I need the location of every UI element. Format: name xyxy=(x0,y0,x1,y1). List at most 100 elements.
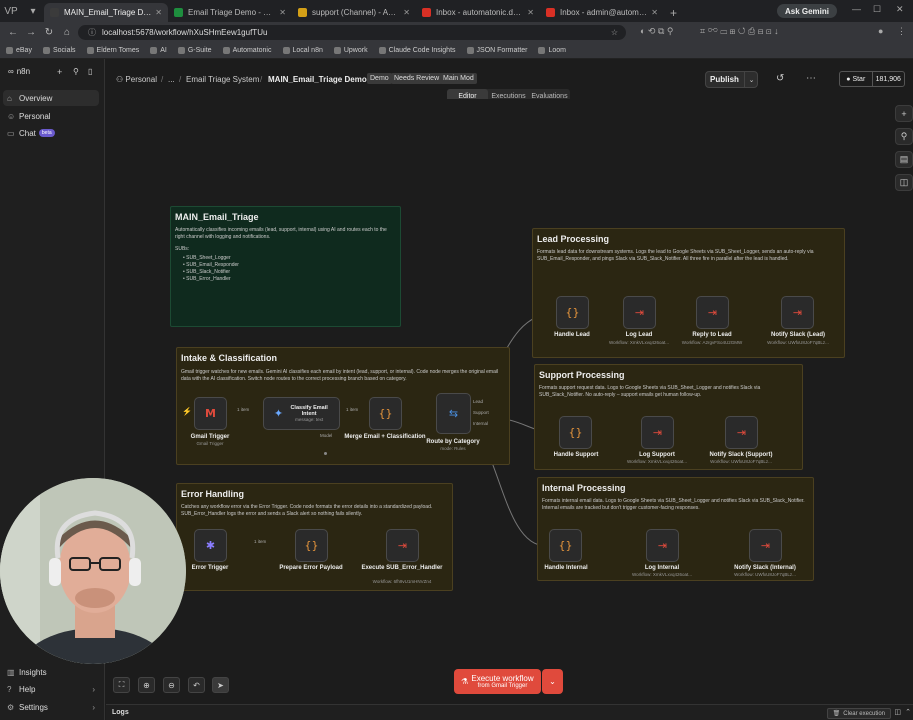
sticky-note-main[interactable]: MAIN_Email_Triage Automatically classifi… xyxy=(170,206,401,327)
zoom-in-button[interactable]: ⊕ xyxy=(138,677,155,693)
panel-icon: ◫ xyxy=(899,177,909,187)
node-error-trigger[interactable]: ✱ xyxy=(194,529,227,562)
bookmark-item[interactable]: Loom xyxy=(538,47,566,54)
tab-list-icon[interactable]: ▾ xyxy=(22,0,44,22)
pointer-mode-button[interactable]: ➤ xyxy=(212,677,229,693)
close-tab-icon[interactable]: ✕ xyxy=(155,8,162,17)
back-icon[interactable]: ← xyxy=(4,27,22,38)
node-merge-email[interactable]: {} xyxy=(369,397,402,430)
sticky-title: MAIN_Email_Triage xyxy=(175,212,259,222)
search-icon[interactable]: ⚲ xyxy=(73,67,79,76)
close-tab-icon[interactable]: ✕ xyxy=(651,8,658,17)
ask-gemini-button[interactable]: Ask Gemini xyxy=(776,4,837,18)
site-info-icon[interactable]: ⓘ xyxy=(88,27,96,38)
sidebar-item-chat[interactable]: ▭ Chat beta xyxy=(3,125,99,141)
tag-badge[interactable]: Demo xyxy=(367,73,392,84)
undo-button[interactable]: ↶ xyxy=(188,677,205,693)
bookmark-item[interactable]: G-Suite xyxy=(177,47,212,54)
breadcrumb-ellipsis[interactable]: ... xyxy=(168,75,175,84)
maximize-icon[interactable]: ☐ xyxy=(873,4,881,15)
browser-tab[interactable]: MAIN_Email_Triage Demo - n8n✕ xyxy=(44,3,168,22)
node-handle-lead[interactable]: {} xyxy=(556,296,589,329)
browser-tab[interactable]: support (Channel) - Automatonic✕ xyxy=(292,3,416,22)
sidebar-item-personal[interactable]: ☺ Personal xyxy=(3,108,99,124)
collapse-sidebar-icon[interactable]: ▯ xyxy=(88,67,92,76)
logs-panel-bar[interactable]: Logs 🗑 Clear execution ◫ ⌃ xyxy=(106,704,913,720)
execute-dropdown-chevron-icon[interactable]: ⌄ xyxy=(542,669,563,694)
zoom-out-button[interactable]: ⊖ xyxy=(163,677,180,693)
bookmark-item[interactable]: Eldern Tomes xyxy=(86,47,139,54)
browser-tab[interactable]: Inbox - automatonic.demo@gmail.com✕ xyxy=(416,3,540,22)
node-log-internal[interactable]: ⇥ xyxy=(646,529,679,562)
node-route-by-category[interactable]: ⇆ xyxy=(436,393,471,434)
node-execute-error-handler[interactable]: ⇥ xyxy=(386,529,419,562)
node-handle-support[interactable]: {} xyxy=(559,416,592,449)
forward-icon[interactable]: → xyxy=(22,27,40,38)
workflow-name[interactable]: MAIN_Email_Triage Demo xyxy=(268,75,367,84)
node-notify-slack-lead[interactable]: ⇥ xyxy=(781,296,814,329)
publish-dropdown-chevron-icon[interactable]: ⌄ xyxy=(744,71,758,88)
profile-avatar-icon[interactable]: ● xyxy=(878,26,883,36)
tag-badge[interactable]: Needs Review xyxy=(391,73,443,84)
add-node-button[interactable]: + xyxy=(895,105,913,122)
github-star-button[interactable]: ● Star 181,906 xyxy=(839,71,905,87)
execute-workflow-button[interactable]: ⚗ Execute workflow from Gmail Trigger xyxy=(454,669,541,694)
bookmark-item[interactable]: AI xyxy=(150,47,167,54)
sidebar-item-help[interactable]: ? Help › xyxy=(3,681,99,697)
close-tab-icon[interactable]: ✕ xyxy=(527,8,534,17)
bookmark-item[interactable]: Automatonic xyxy=(222,47,272,54)
home-icon[interactable]: ⌂ xyxy=(58,27,76,38)
new-tab-button[interactable]: + xyxy=(664,3,683,22)
node-reply-to-lead[interactable]: ⇥ xyxy=(696,296,729,329)
node-log-support[interactable]: ⇥ xyxy=(641,416,674,449)
sticky-text: Catches any workflow error via the Error… xyxy=(181,504,433,517)
search-nodes-button[interactable]: ⚲ xyxy=(895,128,913,145)
bookmark-item[interactable]: JSON Formatter xyxy=(466,47,527,54)
clear-execution-button[interactable]: 🗑 Clear execution xyxy=(826,708,891,719)
model-port[interactable] xyxy=(324,452,327,455)
more-options-icon[interactable]: ⋯ xyxy=(806,73,816,84)
node-notify-slack-support[interactable]: ⇥ xyxy=(725,416,758,449)
extension-icon[interactable]: ◐ ⟲ ⧉ ⚲ xyxy=(640,26,674,37)
sidebar-item-insights[interactable]: ▥ Insights xyxy=(3,664,99,680)
node-handle-internal[interactable]: {} xyxy=(549,529,582,562)
close-window-icon[interactable]: ✕ xyxy=(896,4,904,15)
sticky-note-button[interactable]: ▤ xyxy=(895,151,913,168)
sticky-text: Formats lead data for downstream systems… xyxy=(537,249,814,262)
expand-panel-icon[interactable]: ◫ xyxy=(894,708,901,716)
bookmark-item[interactable]: eBay xyxy=(6,47,32,54)
node-gmail-trigger[interactable]: M xyxy=(194,397,227,430)
close-tab-icon[interactable]: ✕ xyxy=(279,8,286,17)
minimize-icon[interactable]: — xyxy=(852,4,861,14)
sidebar-item-overview[interactable]: ⌂ Overview xyxy=(3,90,99,106)
breadcrumb-owner[interactable]: ⚇ Personal xyxy=(116,75,157,84)
browser-menu-icon[interactable]: ⋮ xyxy=(897,26,906,37)
node-notify-slack-internal[interactable]: ⇥ xyxy=(749,529,782,562)
bookmark-item[interactable]: Claude Code Insights xyxy=(378,47,456,54)
tab-search-icon[interactable]: VP xyxy=(0,0,22,22)
node-prepare-error-payload[interactable]: {} xyxy=(295,529,328,562)
node-label: Log Internal xyxy=(644,565,680,571)
bookmark-item[interactable]: Local n8n xyxy=(282,47,323,54)
browser-tab[interactable]: Email Triage Demo - Google Sheets✕ xyxy=(168,3,292,22)
close-tab-icon[interactable]: ✕ xyxy=(403,8,410,17)
breadcrumb-folder[interactable]: Email Triage System xyxy=(186,75,259,84)
history-icon[interactable]: ↺ xyxy=(776,73,784,84)
workflow-canvas[interactable]: MAIN_Email_Triage Automatically classifi… xyxy=(106,99,913,704)
bookmark-item[interactable]: Socials xyxy=(42,47,76,54)
url-input[interactable]: ⓘ localhost:5678/workflow/hXuSHmEew1gufTU… xyxy=(78,25,626,40)
add-icon[interactable]: + xyxy=(57,67,62,77)
panel-toggle-button[interactable]: ◫ xyxy=(895,174,913,191)
chevron-up-icon[interactable]: ⌃ xyxy=(905,708,911,716)
sidebar-item-settings[interactable]: ⚙ Settings › xyxy=(3,699,99,715)
node-classify-email-intent[interactable]: ✦ Classify Email Intent message: text xyxy=(263,397,340,430)
bookmark-item[interactable]: Upwork xyxy=(333,47,368,54)
node-subtitle: Workflow: UWfxU8JoF7qBLz... xyxy=(767,340,829,345)
bookmark-star-icon[interactable]: ☆ xyxy=(611,28,618,37)
node-log-lead[interactable]: ⇥ xyxy=(623,296,656,329)
extensions-bar-icon[interactable]: ⌗ ⚯ ▭ ⊞ ↺ ⎙ ⊟ ⊡ ↓ xyxy=(700,26,779,37)
tag-badge[interactable]: Main Mod xyxy=(440,73,477,84)
zoom-to-fit-button[interactable]: ⛶ xyxy=(113,677,130,693)
browser-tab[interactable]: Inbox - admin@automatonic.co✕ xyxy=(540,3,664,22)
reload-icon[interactable]: ↻ xyxy=(40,27,58,38)
